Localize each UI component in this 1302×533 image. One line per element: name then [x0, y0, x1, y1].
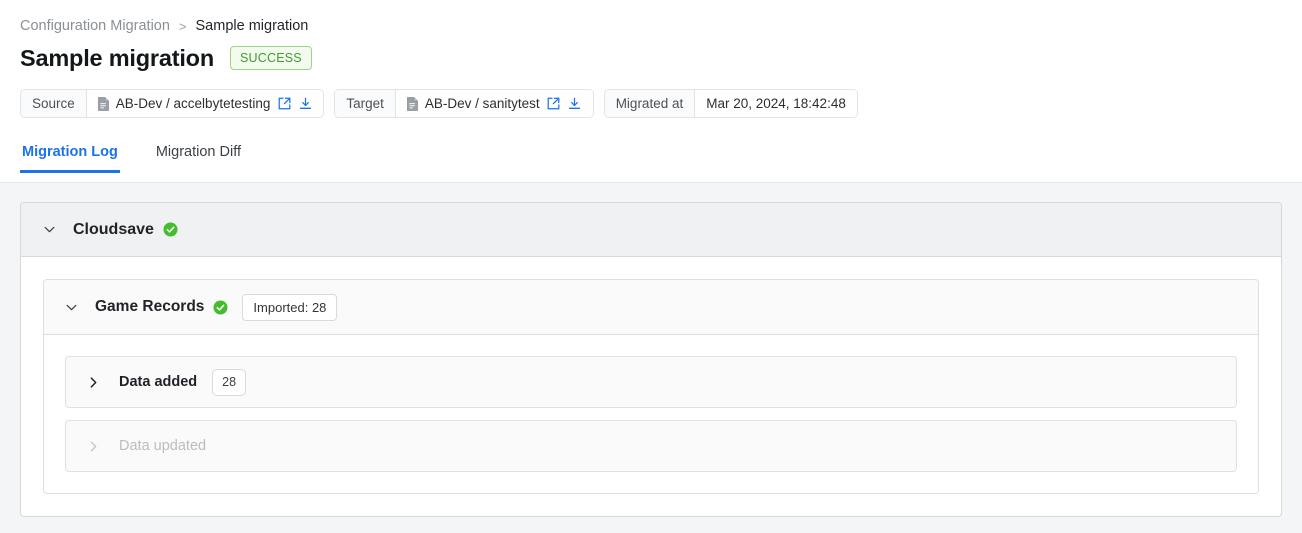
imported-count-badge: Imported: 28 — [242, 293, 338, 321]
group-card-body: Data added 28 Data updated — [44, 335, 1258, 493]
target-value: AB-Dev / sanitytest — [424, 95, 540, 111]
tab-bar: Migration Log Migration Diff — [20, 143, 243, 173]
source-value: AB-Dev / accelbytetesting — [115, 95, 271, 111]
breadcrumb-current: Sample migration — [195, 18, 309, 34]
external-link-icon[interactable] — [547, 97, 561, 111]
download-icon[interactable] — [568, 97, 582, 111]
source-label: Source — [21, 90, 87, 117]
check-circle-icon — [163, 222, 178, 237]
file-icon — [97, 96, 109, 111]
service-panel-body: Game Records Imported: 28 Data added 28 … — [21, 257, 1281, 516]
chevron-right-icon[interactable] — [87, 376, 100, 389]
breadcrumb-separator: > — [178, 19, 187, 34]
title-row: Sample migration SUCCESS — [20, 44, 312, 72]
tab-migration-log-label: Migration Log — [22, 144, 118, 160]
file-icon — [406, 96, 418, 111]
log-row-count-badge: 28 — [212, 368, 247, 396]
log-row-label: Data updated — [119, 438, 207, 454]
group-accordion-header-game-records[interactable]: Game Records Imported: 28 — [44, 280, 1258, 335]
migrated-at-label: Migrated at — [604, 90, 696, 117]
chevron-right-icon — [87, 440, 100, 453]
download-icon[interactable] — [298, 97, 312, 111]
migration-log-content: Cloudsave Game Records Imported: 28 Data… — [0, 183, 1302, 517]
breadcrumb-parent-link[interactable]: Configuration Migration — [20, 17, 170, 36]
service-name: Cloudsave — [73, 220, 154, 238]
tab-migration-diff-label: Migration Diff — [155, 144, 241, 160]
target-value-group: AB-Dev / sanitytest — [395, 90, 593, 117]
tab-migration-diff[interactable]: Migration Diff — [154, 143, 243, 173]
migrated-at-value-group: Mar 20, 2024, 18:42:48 — [695, 90, 857, 117]
meta-chip-row: Source AB-Dev / accelbytetesting Target … — [20, 89, 858, 118]
group-name: Game Records — [95, 298, 205, 315]
migrated-at-chip-group: Migrated at Mar 20, 2024, 18:42:48 — [603, 89, 858, 118]
check-circle-icon — [213, 300, 228, 315]
log-row-data-updated: Data updated — [65, 420, 1237, 472]
target-label: Target — [335, 90, 396, 117]
source-value-group: AB-Dev / accelbytetesting — [86, 90, 324, 117]
breadcrumb: Configuration Migration > Sample migrati… — [20, 17, 308, 36]
log-row-label: Data added — [119, 374, 198, 390]
header-divider — [0, 182, 1302, 183]
log-row-data-added[interactable]: Data added 28 — [65, 356, 1237, 408]
page-header: Configuration Migration > Sample migrati… — [0, 0, 1302, 183]
page-title: Sample migration — [20, 45, 214, 71]
migrated-at-value: Mar 20, 2024, 18:42:48 — [706, 95, 846, 111]
group-card-game-records: Game Records Imported: 28 Data added 28 … — [43, 279, 1259, 494]
status-badge: SUCCESS — [229, 46, 312, 70]
external-link-icon[interactable] — [277, 97, 291, 111]
source-chip-group: Source AB-Dev / accelbytetesting — [20, 89, 325, 118]
service-panel-cloudsave: Cloudsave Game Records Imported: 28 Data… — [20, 202, 1282, 517]
target-chip-group: Target AB-Dev / sanitytest — [334, 89, 594, 118]
chevron-down-icon[interactable] — [43, 223, 56, 236]
tab-migration-log[interactable]: Migration Log — [20, 143, 120, 173]
service-accordion-header-cloudsave[interactable]: Cloudsave — [21, 203, 1281, 257]
chevron-down-icon[interactable] — [65, 301, 78, 314]
